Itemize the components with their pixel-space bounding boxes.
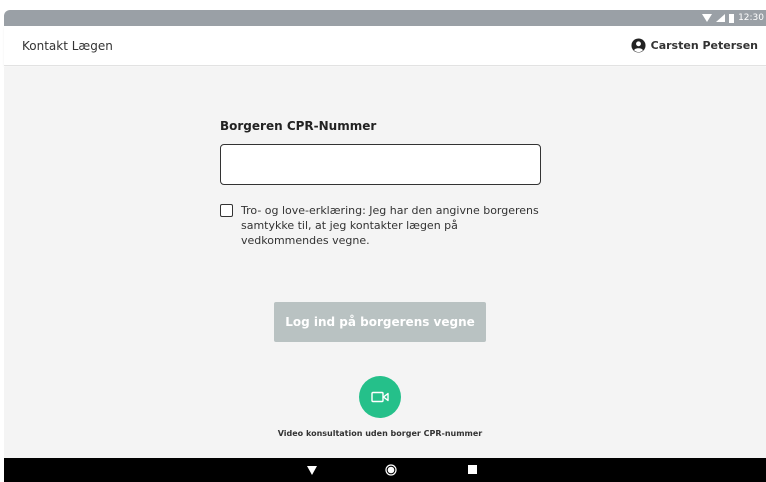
- video-consultation-caption: Video konsultation uden borger CPR-numme…: [277, 429, 483, 438]
- user-menu[interactable]: Carsten Petersen: [631, 38, 758, 53]
- app-window: 12:30 Kontakt Lægen Carsten Petersen Bor…: [0, 0, 766, 482]
- status-bar: 12:30: [4, 10, 766, 26]
- back-icon[interactable]: [307, 466, 317, 475]
- cpr-label: Borgeren CPR-Nummer: [220, 119, 377, 133]
- login-on-behalf-button[interactable]: Log ind på borgerens vegne: [274, 302, 486, 342]
- cpr-form: Borgeren CPR-Nummer Tro- og love-erklæri…: [220, 119, 541, 248]
- home-icon[interactable]: [385, 464, 397, 476]
- main-content: Borgeren CPR-Nummer Tro- og love-erklæri…: [4, 67, 766, 458]
- consent-row: Tro- og love-erklæring: Jeg har den angi…: [220, 203, 540, 248]
- status-time: 12:30: [738, 13, 764, 23]
- cpr-input[interactable]: [220, 144, 541, 185]
- android-nav-bar: [4, 458, 766, 482]
- consent-text: Tro- og love-erklæring: Jeg har den angi…: [241, 204, 539, 247]
- video-camera-icon: [371, 391, 389, 403]
- video-consultation-button[interactable]: [359, 376, 401, 418]
- consent-checkbox[interactable]: [220, 204, 233, 217]
- signal-icon: [716, 14, 726, 22]
- battery-icon: [729, 13, 735, 23]
- recents-icon[interactable]: [468, 465, 477, 474]
- wifi-icon: [702, 14, 713, 22]
- user-icon: [631, 38, 646, 53]
- app-header: Kontakt Lægen Carsten Petersen: [4, 26, 766, 66]
- user-name: Carsten Petersen: [650, 39, 758, 52]
- app-title: Kontakt Lægen: [22, 38, 113, 53]
